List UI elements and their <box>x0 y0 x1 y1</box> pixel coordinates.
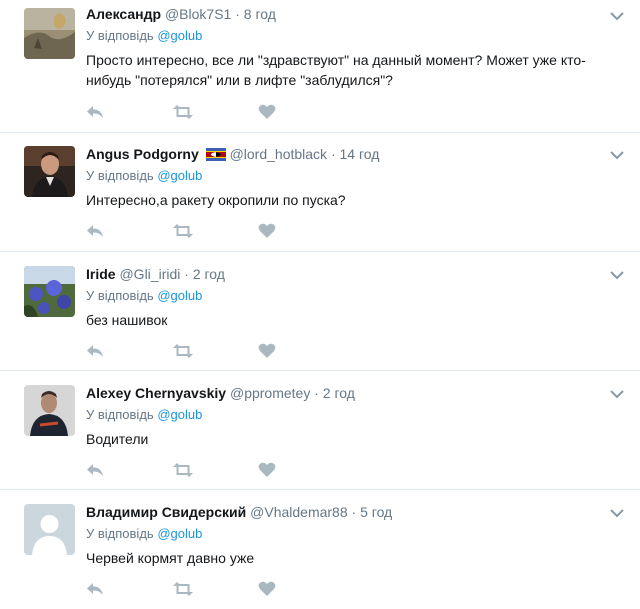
author-handle[interactable]: @Gli_iridi <box>119 266 180 282</box>
reply-prefix: У відповідь <box>86 407 154 422</box>
swaziland-flag-icon <box>205 147 226 165</box>
timestamp[interactable]: 5 год <box>360 504 392 520</box>
retweet-icon[interactable] <box>172 223 194 244</box>
tweet: Angus Podgorny @lord_hotblack · 14 год У… <box>0 133 640 252</box>
retweet-icon[interactable] <box>172 462 194 483</box>
heart-icon[interactable] <box>258 462 276 483</box>
tweet-header: Владимир Свидерский @Vhaldemar88 · 5 год <box>86 503 392 521</box>
reply-icon[interactable] <box>86 104 104 125</box>
tweet-actions <box>86 104 286 124</box>
reply-icon[interactable] <box>86 343 104 364</box>
author-name[interactable]: Alexey Chernyavskiy <box>86 385 226 401</box>
timestamp[interactable]: 8 год <box>244 6 276 22</box>
reply-context: У відповідь @golub <box>86 168 202 184</box>
separator: · <box>351 504 357 520</box>
tweet: Alexey Chernyavskiy @pprometey · 2 год У… <box>0 371 640 490</box>
reply-icon[interactable] <box>86 223 104 244</box>
tweet-header: Alexey Chernyavskiy @pprometey · 2 год <box>86 384 355 402</box>
avatar[interactable] <box>24 8 75 59</box>
separator: · <box>314 385 319 401</box>
heart-icon[interactable] <box>258 343 276 364</box>
tweet-text: Просто интересно, все ли "здравствуют" н… <box>86 52 586 88</box>
heart-icon[interactable] <box>258 223 276 244</box>
chevron-down-icon[interactable] <box>610 505 624 518</box>
reply-mention[interactable]: @golub <box>157 526 202 541</box>
retweet-icon[interactable] <box>172 581 194 602</box>
reply-context: У відповідь @golub <box>86 288 202 304</box>
reply-mention[interactable]: @golub <box>157 168 202 183</box>
reply-icon[interactable] <box>86 581 104 602</box>
retweet-icon[interactable] <box>172 104 194 125</box>
tweet-actions <box>86 223 286 243</box>
separator: · <box>235 6 240 22</box>
chevron-down-icon[interactable] <box>610 8 624 21</box>
tweet-actions <box>86 581 286 601</box>
author-handle[interactable]: @Vhaldemar88 <box>250 504 348 520</box>
tweet-text: Интересно,а ракету окропили по пуска? <box>86 192 346 208</box>
tweet-text: Червей кормят давно уже <box>86 550 255 566</box>
tweet: Iride @Gli_iridi · 2 год У відповідь @go… <box>0 252 640 371</box>
timestamp[interactable]: 14 год <box>340 146 380 162</box>
author-name[interactable]: Angus Podgorny <box>86 146 199 162</box>
heart-icon[interactable] <box>258 581 276 602</box>
author-handle[interactable]: @lord_hotblack <box>230 146 328 162</box>
author-handle[interactable]: @Blok7S1 <box>165 6 231 22</box>
reply-context: У відповідь @golub <box>86 407 202 423</box>
tweet-header: Angus Podgorny @lord_hotblack · 14 год <box>86 145 379 165</box>
author-name[interactable]: Александр <box>86 6 161 22</box>
tweet-text: без нашивок <box>86 312 168 328</box>
author-name[interactable]: Iride <box>86 266 116 282</box>
tweet-text: Водители <box>86 431 149 447</box>
reply-mention[interactable]: @golub <box>157 288 202 303</box>
tweet-actions <box>86 343 286 363</box>
heart-icon[interactable] <box>258 104 276 125</box>
tweet-header: Iride @Gli_iridi · 2 год <box>86 265 225 283</box>
tweet-actions <box>86 462 286 482</box>
avatar[interactable] <box>24 385 75 436</box>
chevron-down-icon[interactable] <box>610 147 624 160</box>
reply-prefix: У відповідь <box>86 526 154 541</box>
reply-prefix: У відповідь <box>86 168 154 183</box>
author-name[interactable]: Владимир Свидерский <box>86 504 246 520</box>
reply-icon[interactable] <box>86 462 104 483</box>
tweet: Александр @Blok7S1 · 8 год У відповідь @… <box>0 0 640 133</box>
avatar[interactable] <box>24 266 75 317</box>
retweet-icon[interactable] <box>172 343 194 364</box>
avatar[interactable] <box>24 504 75 555</box>
reply-prefix: У відповідь <box>86 28 154 43</box>
timestamp[interactable]: 2 год <box>323 385 355 401</box>
timestamp[interactable]: 2 год <box>193 266 225 282</box>
chevron-down-icon[interactable] <box>610 386 624 399</box>
reply-mention[interactable]: @golub <box>157 28 202 43</box>
reply-prefix: У відповідь <box>86 288 154 303</box>
tweet-header: Александр @Blok7S1 · 8 год <box>86 5 276 23</box>
separator: · <box>330 146 336 162</box>
reply-context: У відповідь @golub <box>86 526 202 542</box>
reply-mention[interactable]: @golub <box>157 407 202 422</box>
avatar[interactable] <box>24 146 75 197</box>
tweet: Владимир Свидерский @Vhaldemar88 · 5 год… <box>0 490 640 609</box>
separator: · <box>184 266 189 282</box>
reply-context: У відповідь @golub <box>86 28 202 44</box>
author-handle[interactable]: @pprometey <box>230 385 310 401</box>
chevron-down-icon[interactable] <box>610 267 624 280</box>
